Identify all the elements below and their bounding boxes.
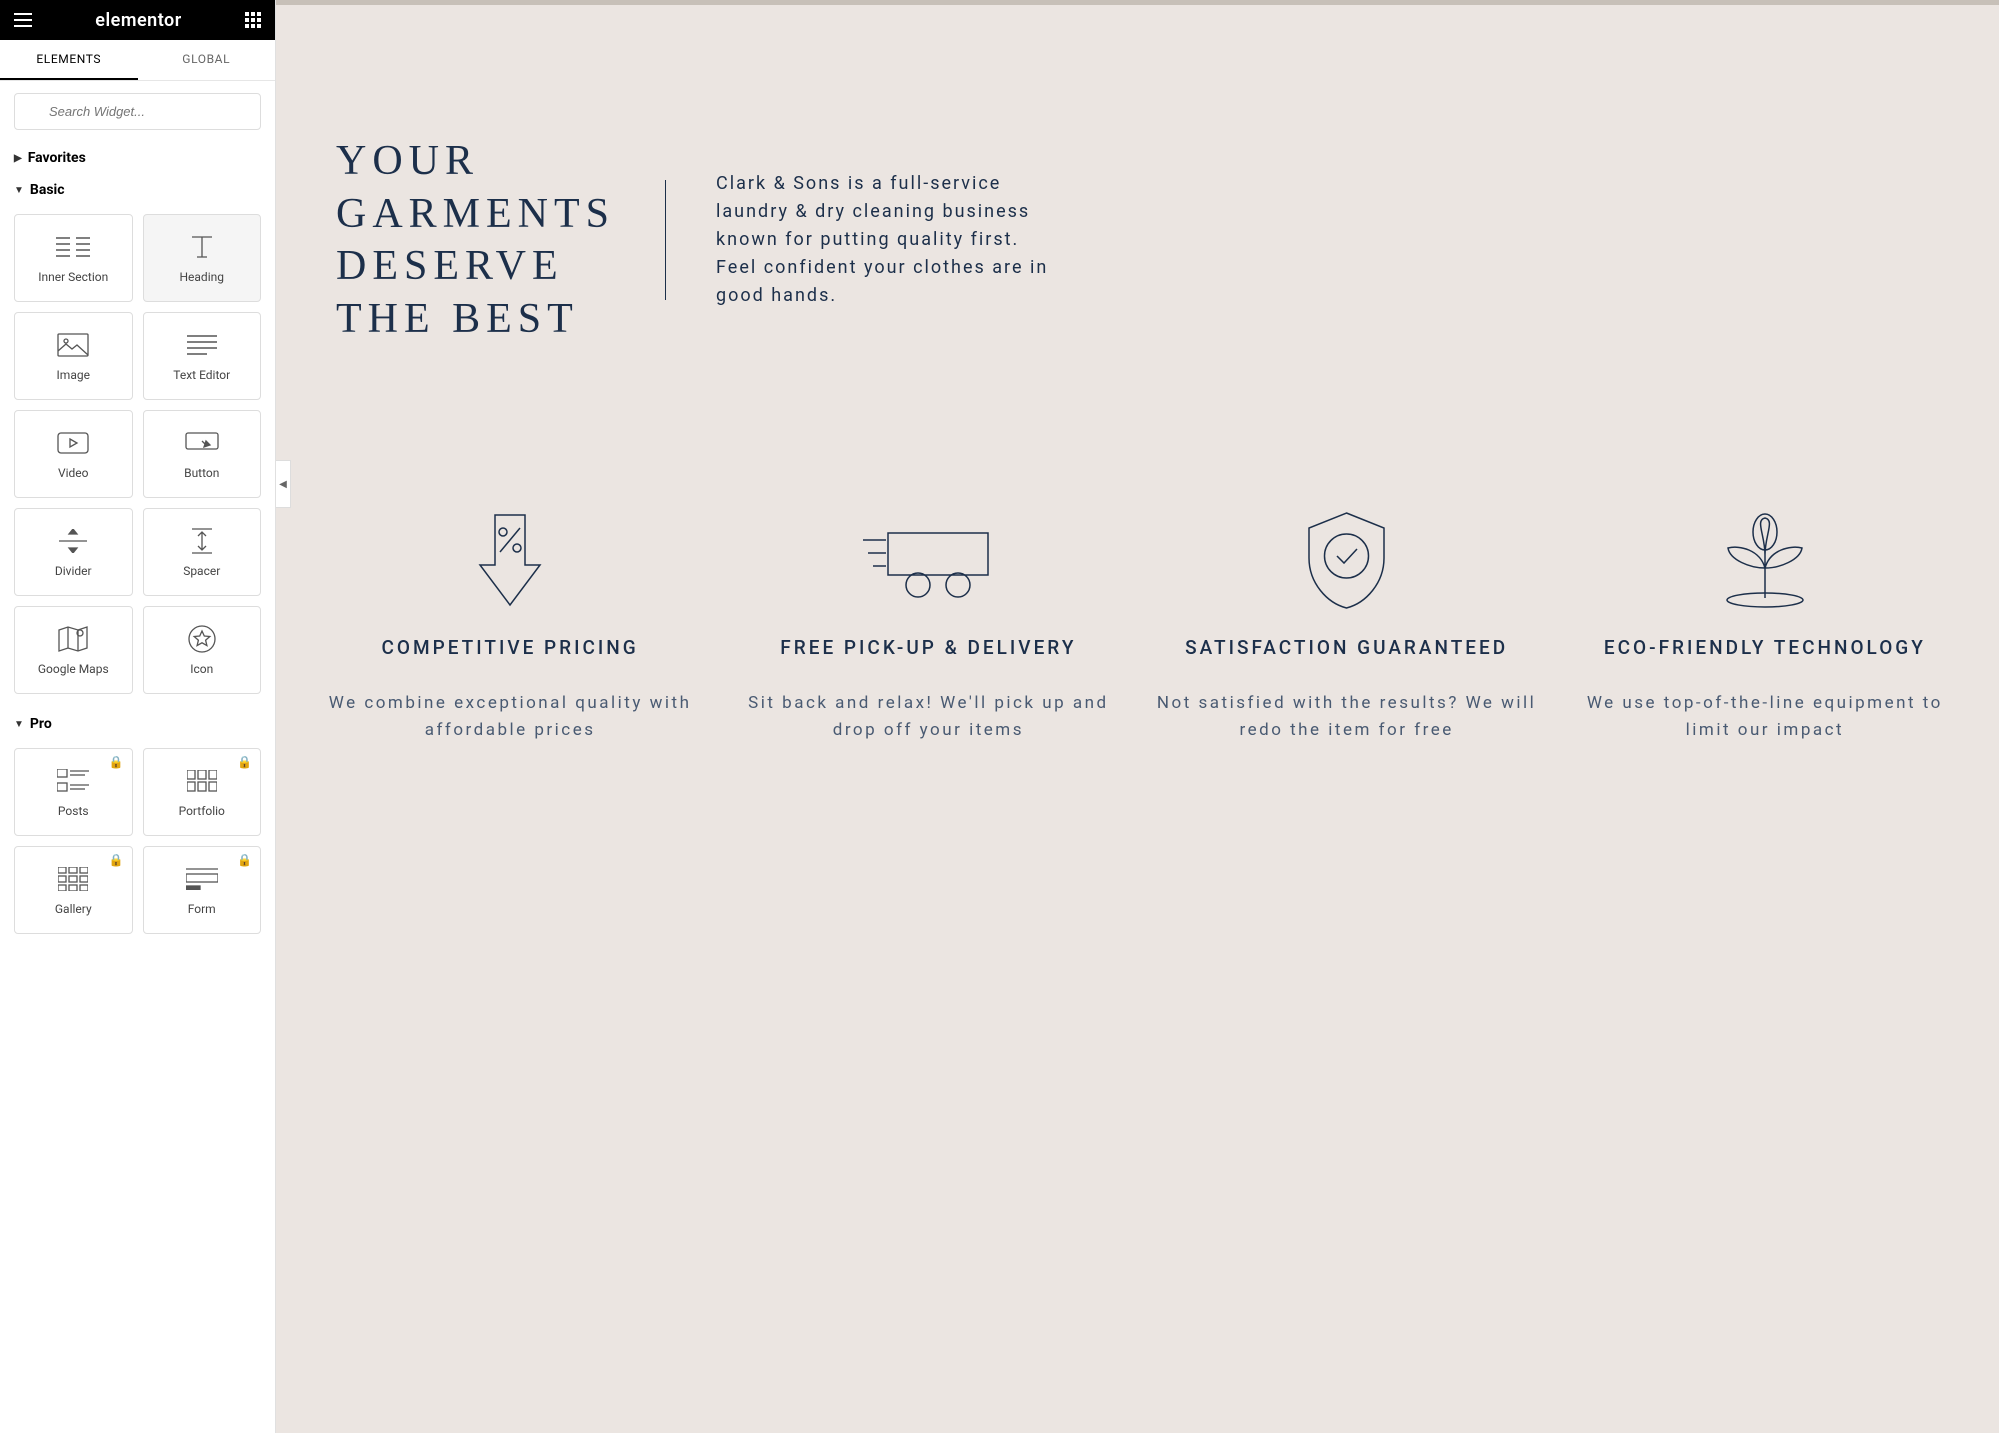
widget-posts[interactable]: 🔒 Posts (14, 748, 133, 836)
widget-label: Form (188, 902, 216, 916)
spacer-icon (188, 526, 216, 556)
caret-down-icon: ▼ (14, 185, 24, 196)
gallery-icon (58, 864, 88, 894)
widget-label: Text Editor (173, 368, 230, 382)
feature-guarantee[interactable]: SATISFACTION GUARANTEED Not satisfied wi… (1143, 505, 1551, 744)
caret-down-icon: ▼ (14, 719, 24, 730)
widget-heading[interactable]: Heading (143, 214, 262, 302)
widget-divider[interactable]: Divider (14, 508, 133, 596)
lock-icon: 🔒 (109, 853, 124, 867)
button-icon (185, 428, 219, 458)
widget-form[interactable]: 🔒 Form (143, 846, 262, 934)
widget-portfolio[interactable]: 🔒 Portfolio (143, 748, 262, 836)
widget-label: Button (184, 466, 219, 480)
divider-icon (59, 526, 87, 556)
feature-title: SATISFACTION GUARANTEED (1153, 635, 1541, 662)
widget-label: Portfolio (179, 804, 225, 818)
widget-google-maps[interactable]: Google Maps (14, 606, 133, 694)
map-icon (58, 624, 88, 654)
feature-title: FREE PICK-UP & DELIVERY (734, 635, 1122, 662)
tab-elements[interactable]: ELEMENTS (0, 40, 138, 80)
widget-label: Google Maps (38, 662, 109, 676)
feature-title: COMPETITIVE PRICING (316, 635, 704, 662)
pro-widgets: 🔒 Posts 🔒 Portfolio (0, 740, 275, 948)
widget-image[interactable]: Image (14, 312, 133, 400)
image-icon (57, 330, 89, 360)
columns-icon (56, 232, 90, 262)
widget-label: Inner Section (38, 270, 108, 284)
basic-widgets: Inner Section Heading (0, 206, 275, 708)
vertical-divider (665, 180, 666, 300)
widget-label: Spacer (183, 564, 220, 578)
section-label: Favorites (28, 150, 86, 166)
apps-grid-icon[interactable] (245, 12, 261, 28)
widget-spacer[interactable]: Spacer (143, 508, 262, 596)
section-label: Pro (30, 716, 52, 732)
hamburger-menu-icon[interactable] (14, 13, 32, 27)
feature-delivery[interactable]: FREE PICK-UP & DELIVERY Sit back and rel… (724, 505, 1132, 744)
section-pro[interactable]: ▼ Pro (0, 708, 275, 740)
feature-title: ECO-FRIENDLY TECHNOLOGY (1571, 635, 1959, 662)
widget-text-editor[interactable]: Text Editor (143, 312, 262, 400)
editor-sidebar: elementor ELEMENTS GLOBAL ▶ Favorites (0, 0, 276, 1433)
truck-icon (734, 505, 1122, 615)
heading-icon (188, 232, 216, 262)
feature-text: Sit back and relax! We'll pick up and dr… (734, 690, 1122, 744)
feature-text: We use top-of-the-line equipment to limi… (1571, 690, 1959, 744)
text-editor-icon (187, 330, 217, 360)
collapse-sidebar-button[interactable]: ◀ (276, 460, 291, 508)
panel-tabs: ELEMENTS GLOBAL (0, 40, 275, 81)
discount-arrow-icon (316, 505, 704, 615)
widget-label: Divider (55, 564, 92, 578)
feature-eco[interactable]: ECO-FRIENDLY TECHNOLOGY We use top-of-th… (1561, 505, 1969, 744)
preview-panel[interactable]: ◀ YOUR GARMENTS DESERVE THE BEST Clark &… (276, 0, 1999, 1433)
posts-icon (57, 766, 89, 796)
sidebar-header: elementor (0, 0, 275, 40)
widget-label: Icon (190, 662, 213, 676)
widget-button[interactable]: Button (143, 410, 262, 498)
section-label: Basic (30, 182, 65, 198)
widget-gallery[interactable]: 🔒 Gallery (14, 846, 133, 934)
widget-video[interactable]: Video (14, 410, 133, 498)
features-section: COMPETITIVE PRICING We combine exception… (276, 395, 1999, 784)
widget-label: Video (58, 466, 89, 480)
widget-label: Posts (58, 804, 89, 818)
star-icon (188, 624, 216, 654)
widget-label: Heading (179, 270, 224, 284)
search-input[interactable] (14, 93, 261, 130)
caret-right-icon: ▶ (14, 153, 22, 164)
hero-text[interactable]: Clark & Sons is a full-service laundry &… (716, 170, 1056, 309)
widget-label: Gallery (55, 902, 92, 916)
tab-global[interactable]: GLOBAL (138, 40, 276, 80)
video-icon (57, 428, 89, 458)
logo: elementor (95, 10, 181, 31)
plant-icon (1571, 505, 1959, 615)
feature-text: We combine exceptional quality with affo… (316, 690, 704, 744)
lock-icon: 🔒 (237, 853, 252, 867)
section-basic[interactable]: ▼ Basic (0, 174, 275, 206)
widget-inner-section[interactable]: Inner Section (14, 214, 133, 302)
shield-check-icon (1153, 505, 1541, 615)
hero-title[interactable]: YOUR GARMENTS DESERVE THE BEST (336, 135, 615, 345)
feature-text: Not satisfied with the results? We will … (1153, 690, 1541, 744)
portfolio-icon (187, 766, 217, 796)
section-favorites[interactable]: ▶ Favorites (0, 142, 275, 174)
widget-label: Image (57, 368, 90, 382)
widget-icon[interactable]: Icon (143, 606, 262, 694)
lock-icon: 🔒 (237, 755, 252, 769)
lock-icon: 🔒 (109, 755, 124, 769)
feature-pricing[interactable]: COMPETITIVE PRICING We combine exception… (306, 505, 714, 744)
hero-section: YOUR GARMENTS DESERVE THE BEST Clark & S… (276, 5, 1999, 395)
form-icon (186, 864, 218, 894)
sidebar-scroll[interactable]: ▶ Favorites ▼ Basic Inner Section (0, 81, 275, 1433)
